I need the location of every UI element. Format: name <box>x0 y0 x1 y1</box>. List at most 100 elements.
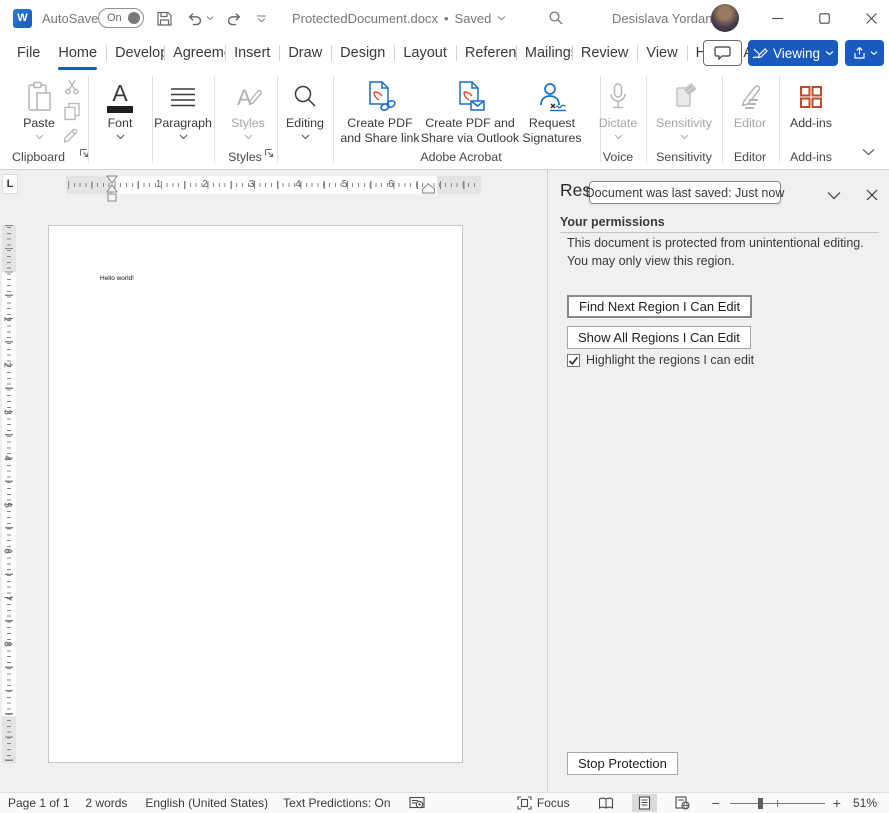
tab-view[interactable]: View <box>637 36 686 70</box>
read-mode-icon <box>598 797 614 810</box>
show-all-regions-button[interactable]: Show All Regions I Can Edit <box>567 326 751 349</box>
tab-insert[interactable]: Insert <box>225 36 279 70</box>
right-indent-marker[interactable] <box>422 183 435 194</box>
addins-button[interactable]: Add-ins <box>781 74 841 131</box>
create-pdf-outlook-button[interactable]: Create PDF and Share via Outlook <box>418 74 522 145</box>
document-page[interactable]: Hello world! <box>48 225 463 763</box>
tab-home[interactable]: Home <box>49 36 106 70</box>
word-count[interactable]: 2 words <box>85 796 127 810</box>
display-check-icon <box>409 796 425 810</box>
focus-icon <box>517 796 532 810</box>
font-group-button[interactable]: A Font <box>92 74 148 140</box>
text-predictions-indicator[interactable]: Text Predictions: On <box>283 796 390 810</box>
display-check-button[interactable] <box>409 796 425 810</box>
highlight-regions-checkbox[interactable] <box>567 354 580 367</box>
highlight-regions-checkbox-row[interactable]: Highlight the regions I can edit <box>567 353 754 367</box>
svg-text:A: A <box>237 85 252 110</box>
sensitivity-label: Sensitivity <box>656 116 712 131</box>
print-layout-button[interactable] <box>632 794 657 812</box>
page-indicator[interactable]: Page 1 of 1 <box>8 796 69 810</box>
copy-icon <box>63 102 81 121</box>
zoom-level[interactable]: 51% <box>853 796 877 810</box>
tab-layout[interactable]: Layout <box>394 36 456 70</box>
undo-button[interactable] <box>186 0 214 36</box>
maximize-button[interactable] <box>809 0 839 36</box>
tab-developer[interactable]: Developer <box>106 36 164 70</box>
v-ruler-number: 2 <box>1 362 12 368</box>
title-bar: W AutoSave On ProtectedDocument.docx • S… <box>0 0 889 36</box>
cut-button[interactable] <box>64 79 80 95</box>
paragraph-group-button[interactable]: Paragraph <box>147 74 219 140</box>
copy-button[interactable] <box>63 102 81 121</box>
paste-button[interactable]: Paste <box>16 74 62 140</box>
collapse-ribbon-button[interactable] <box>862 143 875 161</box>
stop-protection-button[interactable]: Stop Protection <box>567 752 678 775</box>
tab-references[interactable]: References <box>456 36 516 70</box>
tab-review[interactable]: Review <box>572 36 638 70</box>
word-logo[interactable]: W <box>13 0 32 36</box>
h-ruler-number: 6 <box>388 179 394 190</box>
share-button[interactable] <box>845 40 884 66</box>
zoom-slider-thumb[interactable] <box>758 798 763 809</box>
sensitivity-button[interactable]: Sensitivity <box>650 74 718 140</box>
read-mode-button[interactable] <box>592 795 620 812</box>
highlight-regions-label: Highlight the regions I can edit <box>586 353 754 367</box>
close-button[interactable] <box>856 0 886 36</box>
viewing-mode-button[interactable]: Viewing <box>748 40 838 66</box>
request-signatures-button[interactable]: Request Signatures <box>520 74 584 145</box>
document-area: L 123456 12345678 Hello world! <box>0 170 547 792</box>
zoom-in-button[interactable]: + <box>833 795 841 811</box>
search-button[interactable] <box>548 0 564 36</box>
viewing-label: Viewing <box>773 46 820 61</box>
tab-file[interactable]: File <box>8 36 49 70</box>
doc-title: ProtectedDocument.docx <box>292 11 438 26</box>
tab-label: Agreement <box>173 45 225 61</box>
redo-button[interactable] <box>226 0 243 36</box>
ribbon: Paste Clipboard A Font Paragraph A Style… <box>0 70 889 170</box>
save-icon[interactable] <box>155 0 174 36</box>
tab-agreement[interactable]: Agreement <box>164 36 225 70</box>
pane-options-button[interactable] <box>823 184 845 206</box>
autosave-toggle[interactable]: On <box>98 0 144 36</box>
dictate-dropdown-chevron <box>614 134 623 140</box>
comments-button[interactable] <box>703 40 742 66</box>
request-signatures-label: Request Signatures <box>520 116 584 145</box>
pane-close-button[interactable] <box>861 184 883 206</box>
styles-group-button[interactable]: A Styles <box>220 74 276 140</box>
h-ruler-number: 1 <box>156 179 162 190</box>
tab-label: Design <box>340 45 385 61</box>
format-painter-button[interactable] <box>63 126 81 143</box>
ruler-row: L 123456 <box>0 170 547 200</box>
dictate-button[interactable]: Dictate <box>590 74 646 140</box>
editor-group-label: Editor <box>734 150 766 164</box>
document-text: Hello world! <box>100 275 134 282</box>
document-canvas[interactable]: 12345678 Hello world! <box>0 200 547 792</box>
viewing-dropdown-chevron <box>825 50 834 56</box>
tab-stop-selector[interactable]: L <box>2 174 18 194</box>
addins-label: Add-ins <box>790 116 832 131</box>
clipboard-dialog-launcher[interactable] <box>79 145 89 163</box>
tab-draw[interactable]: Draw <box>279 36 331 70</box>
quick-access-toolbar-chevron[interactable] <box>256 0 267 36</box>
styles-dialog-launcher[interactable] <box>264 145 274 163</box>
tab-design[interactable]: Design <box>331 36 394 70</box>
tab-mailings[interactable]: Mailings <box>516 36 572 70</box>
tab-label: References <box>465 45 516 61</box>
minimize-button[interactable] <box>762 0 792 36</box>
document-title-area[interactable]: ProtectedDocument.docx • Saved <box>292 0 506 36</box>
language-indicator[interactable]: English (United States) <box>145 796 268 810</box>
editing-dropdown-chevron <box>301 134 310 140</box>
editing-magnifier-icon <box>292 80 318 114</box>
find-next-region-button[interactable]: Find Next Region I Can Edit <box>567 295 752 318</box>
web-layout-button[interactable] <box>669 794 696 812</box>
zoom-slider[interactable] <box>730 796 825 810</box>
h-ruler-number: 3 <box>249 179 255 190</box>
comment-icon <box>714 46 731 60</box>
permissions-body-line1: This document is protected from unintent… <box>567 236 864 250</box>
avatar[interactable] <box>711 0 739 36</box>
editing-group-button[interactable]: Editing <box>277 74 333 140</box>
create-pdf-share-link-button[interactable]: Create PDF and Share link <box>340 74 420 145</box>
editor-button[interactable]: Editor <box>722 74 778 131</box>
focus-mode-button[interactable]: Focus <box>517 796 570 810</box>
zoom-out-button[interactable]: − <box>712 795 720 811</box>
